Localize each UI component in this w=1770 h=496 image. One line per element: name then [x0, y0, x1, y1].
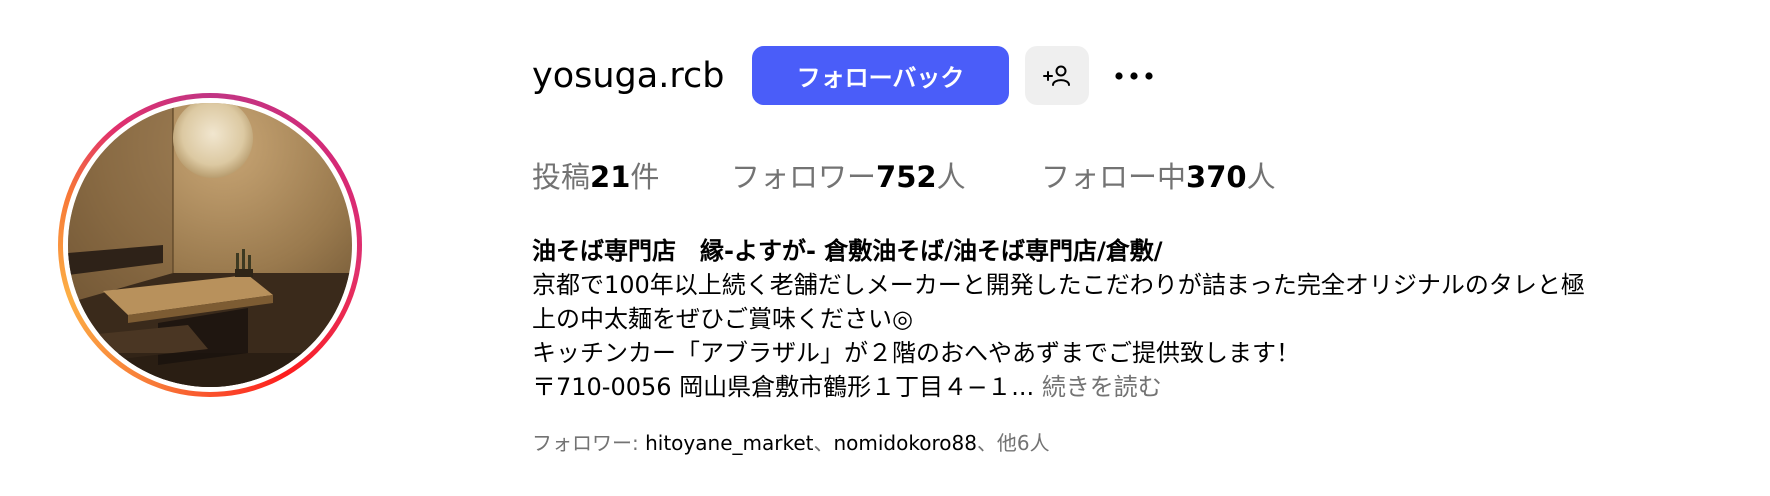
- posts-count: 21: [590, 160, 631, 194]
- followed-by-suffix[interactable]: 、他6人: [977, 431, 1050, 455]
- avatar-border: [63, 98, 357, 392]
- followers-unit: 人: [936, 160, 966, 194]
- bio: 油そば専門店 縁-よすが- 倉敷油そば/油そば専門店/倉敷/ 京都で100年以上…: [532, 234, 1692, 404]
- username: yosuga.rcb: [532, 56, 725, 96]
- following-label: フォロー中: [1041, 160, 1187, 194]
- followers-stat[interactable]: フォロワー752人: [731, 155, 966, 199]
- following-unit: 人: [1246, 160, 1276, 194]
- follow-back-button[interactable]: フォローバック: [752, 46, 1009, 105]
- bio-line: 上の中太麺をぜひご賞味ください◎: [532, 305, 913, 333]
- followers-label: フォロワー: [731, 160, 877, 194]
- posts-unit: 件: [630, 160, 660, 194]
- followed-by-prefix: フォロワー:: [532, 431, 646, 455]
- mutual-follower-link[interactable]: hitoyane_market: [645, 431, 813, 455]
- person-add-icon: [1043, 65, 1070, 86]
- following-count: 370: [1186, 160, 1247, 194]
- read-more-link[interactable]: 続きを読む: [1042, 373, 1162, 401]
- suggested-accounts-button[interactable]: [1025, 46, 1089, 105]
- bio-line: キッチンカー「アブラザル」が２階のおへやあずまでご提供致します！: [532, 339, 1300, 367]
- followed-by: フォロワー: hitoyane_market、nomidokoro88、他6人: [532, 428, 1050, 458]
- bio-address-line: 〒710-0056 岡山県倉敷市鶴形１丁目４−１... 続きを読む: [532, 370, 1692, 404]
- followers-count: 752: [876, 160, 937, 194]
- avatar[interactable]: [68, 103, 352, 387]
- posts-stat: 投稿21件: [532, 155, 659, 199]
- bio-name: 油そば専門店 縁-よすが- 倉敷油そば/油そば専門店/倉敷/: [532, 237, 1163, 265]
- more-options-button[interactable]: [1110, 60, 1158, 92]
- following-stat[interactable]: フォロー中370人: [1041, 155, 1276, 199]
- story-ring[interactable]: [58, 93, 362, 397]
- posts-label: 投稿: [532, 160, 591, 194]
- mutual-follower-link[interactable]: nomidokoro88: [833, 431, 976, 455]
- bio-address: 〒710-0056 岡山県倉敷市鶴形１丁目４−１...: [532, 373, 1035, 401]
- more-options-icon: [1115, 72, 1153, 80]
- bio-line: 京都で100年以上続く老舗だしメーカーと開発したこだわりが詰まった完全オリジナル…: [532, 271, 1585, 299]
- followed-by-separator: 、: [813, 431, 834, 455]
